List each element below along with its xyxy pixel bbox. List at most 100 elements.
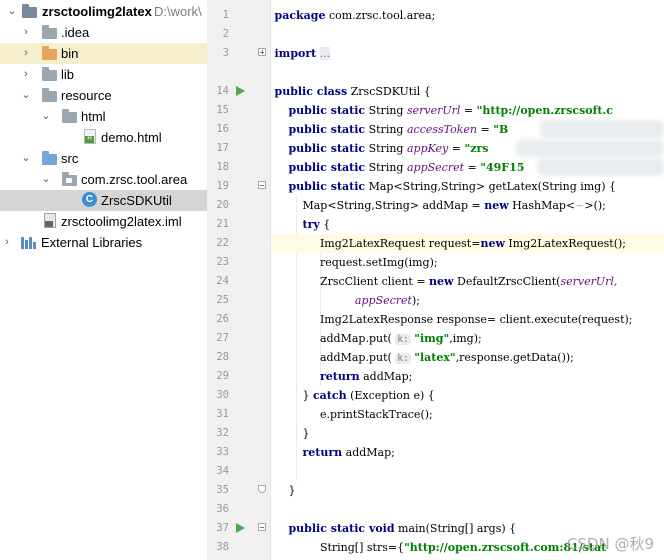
code-text: ZrscClient client = (319, 275, 430, 288)
code-line-15[interactable]: public static String serverUrl = "http:/… (271, 101, 664, 120)
chevron-right-icon[interactable]: › (20, 25, 32, 39)
line-number: 29 (216, 370, 229, 382)
tree-item-external-libraries[interactable]: › External Libraries (0, 232, 207, 253)
keyword: public static (288, 142, 366, 155)
run-icon[interactable] (236, 86, 245, 96)
code-line-21[interactable]: try { (271, 215, 664, 234)
code-line-33[interactable]: return addMap; (271, 443, 664, 462)
field-name: appSecret (354, 294, 412, 307)
tree-item-src[interactable]: ⌄ src (0, 148, 207, 169)
string-literal: "http://open.zrscsoft.c (476, 104, 613, 117)
code-line-24[interactable]: ZrscClient client = new DefaultZrscClien… (271, 272, 664, 291)
tree-item-label: zrsctoolimg2latex.iml (61, 214, 182, 229)
code-line-19[interactable]: public static Map<String,String> getLate… (271, 177, 664, 196)
tree-item-zrscsdkutil[interactable]: C ZrscSDKUtil (0, 190, 207, 211)
code-line-3[interactable]: import ... (271, 44, 664, 63)
line-number: 21 (216, 218, 229, 230)
code-line-28[interactable]: addMap.put( k: "latex",response.getData(… (271, 348, 664, 367)
keyword: new (484, 199, 509, 212)
code-line-31[interactable]: e.printStackTrace(); (271, 405, 664, 424)
keyword: public static (288, 123, 366, 136)
chevron-down-icon[interactable]: ⌄ (40, 172, 52, 186)
code-line-27[interactable]: addMap.put( k: "img",img); (271, 329, 664, 348)
line-number: 33 (216, 446, 229, 458)
project-folder-icon (22, 4, 37, 18)
chevron-down-icon[interactable]: ⌄ (20, 88, 32, 102)
string-literal: "zrs (464, 142, 489, 155)
code-text: HashMap< (508, 199, 576, 212)
code-line-35[interactable]: } (271, 481, 664, 500)
code-text: String[] strs={ (319, 541, 405, 554)
code-text: Img2LatexRequest request= (319, 237, 481, 250)
line-number: 31 (216, 408, 229, 420)
line-number: 3 (222, 47, 229, 59)
line-number: 37 (216, 522, 229, 534)
tree-item-idea[interactable]: › .idea (0, 22, 207, 43)
keyword: new (429, 275, 454, 288)
excluded-folder-icon (42, 46, 57, 60)
field-name: accessToken (406, 123, 478, 136)
tree-item-resource[interactable]: ⌄ resource (0, 85, 207, 106)
folded-imports[interactable]: ... (319, 47, 331, 60)
libraries-icon (21, 236, 36, 249)
code-line-25[interactable]: appSecret); (271, 291, 664, 310)
java-class-icon: C (82, 192, 97, 207)
line-number: 38 (216, 541, 229, 553)
code-line-30[interactable]: } catch (Exception e) { (271, 386, 664, 405)
fold-end-icon[interactable] (258, 485, 266, 493)
code-line-23[interactable]: request.setImg(img); (271, 253, 664, 272)
line-number: 22 (216, 237, 229, 249)
line-number: 24 (216, 275, 229, 287)
field-name: appSecret (406, 161, 465, 174)
code-text: } (288, 484, 296, 497)
tree-item-package[interactable]: ⌄ com.zrsc.tool.area (0, 169, 207, 190)
chevron-down-icon[interactable]: ⌄ (6, 4, 18, 18)
code-line-1[interactable]: package com.zrsc.tool.area; (271, 6, 664, 25)
code-text: = (477, 123, 494, 136)
fold-expand-icon[interactable] (258, 48, 266, 56)
code-text: addMap; (359, 370, 413, 383)
code-text: Map<String,String> getLatex(String img) … (365, 180, 617, 193)
chevron-right-icon[interactable]: › (20, 46, 32, 60)
iml-file-icon (44, 213, 56, 228)
keyword: import (274, 47, 317, 60)
diamond-hint: ~ (575, 199, 585, 212)
code-text: String (365, 142, 407, 155)
code-line-26[interactable]: Img2LatexResponse response= client.execu… (271, 310, 664, 329)
chevron-right-icon[interactable]: › (20, 67, 32, 81)
code-line-20[interactable]: Map<String,String> addMap = new HashMap<… (271, 196, 664, 215)
field-name: appKey (406, 142, 449, 155)
line-number: 32 (216, 427, 229, 439)
code-line-14[interactable]: public class ZrscSDKUtil { (271, 82, 664, 101)
tree-item-html[interactable]: ⌄ html (0, 106, 207, 127)
code-text: = (448, 142, 465, 155)
line-number: 14 (216, 85, 229, 97)
line-number: 28 (216, 351, 229, 363)
redaction-blur (537, 158, 664, 176)
tree-item-project-root[interactable]: ⌄ zrsctoolimg2latex D:\work\ (0, 1, 207, 22)
fold-collapse-icon[interactable] (258, 523, 266, 531)
chevron-right-icon[interactable]: › (1, 235, 13, 249)
run-icon[interactable] (236, 523, 245, 533)
tree-item-bin[interactable]: › bin (0, 43, 207, 64)
project-tree-panel: ⌄ zrsctoolimg2latex D:\work\ › .idea › b… (0, 0, 207, 560)
code-line-29[interactable]: return addMap; (271, 367, 664, 386)
code-text: DefaultZrscClient( (453, 275, 561, 288)
field-name: serverUrl, (560, 275, 618, 288)
line-number: 15 (216, 104, 229, 116)
code-text: addMap; (342, 446, 395, 459)
code-text: main(String[] args) { (394, 522, 517, 535)
tree-item-lib[interactable]: › lib (0, 64, 207, 85)
code-text: = (464, 161, 481, 174)
fold-collapse-icon[interactable] (258, 181, 266, 189)
chevron-down-icon[interactable]: ⌄ (40, 109, 52, 123)
code-line-22-current[interactable]: Img2LatexRequest request=new Img2LatexRe… (271, 234, 664, 253)
code-line-32[interactable]: } (271, 424, 664, 443)
tree-item-iml[interactable]: zrsctoolimg2latex.iml (0, 211, 207, 232)
tree-item-demo-html[interactable]: H demo.html (0, 127, 207, 148)
chevron-down-icon[interactable]: ⌄ (20, 151, 32, 165)
code-text: Img2LatexResponse response= client.execu… (319, 313, 633, 326)
keyword: package (274, 9, 326, 22)
parameter-hint: k: (395, 334, 411, 345)
keyword: return (302, 446, 343, 459)
